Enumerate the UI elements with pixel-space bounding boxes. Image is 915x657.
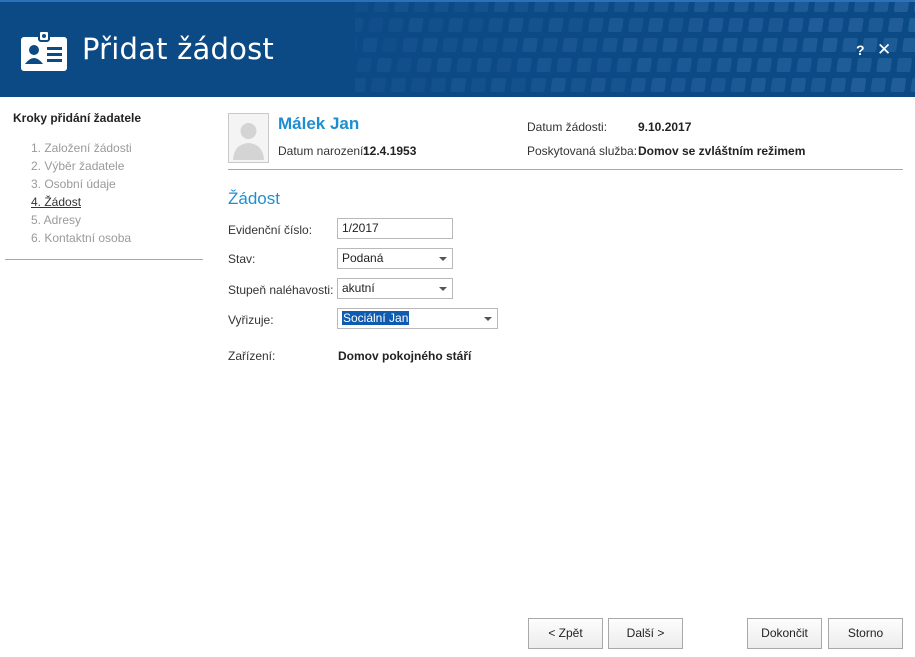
evidence-number-label: Evidenční číslo: <box>228 223 313 237</box>
chevron-down-icon[interactable] <box>439 287 447 291</box>
facility-label: Zařízení: <box>228 349 276 363</box>
chevron-down-icon[interactable] <box>439 257 447 261</box>
header-pattern <box>355 2 915 92</box>
service-value: Domov se zvláštním režimem <box>638 144 806 158</box>
handler-select[interactable]: Sociální Jan <box>337 308 498 329</box>
status-label: Stav: <box>228 252 256 266</box>
urgency-label: Stupeň naléhavosti: <box>228 283 334 297</box>
service-label: Poskytovaná služba: <box>527 144 638 158</box>
person-placeholder-icon <box>229 114 268 162</box>
birth-date-label: Datum narození: <box>278 144 367 158</box>
step-item-active[interactable]: 4. Žádost <box>31 195 132 213</box>
back-button[interactable]: < Zpět <box>528 618 603 649</box>
dialog-title: Přidat žádost <box>82 32 274 66</box>
evidence-number-input[interactable]: 1/2017 <box>337 218 453 239</box>
step-item[interactable]: 1. Založení žádosti <box>31 141 132 159</box>
help-button[interactable]: ? <box>856 42 865 58</box>
step-item[interactable]: 6. Kontaktní osoba <box>31 231 132 249</box>
steps-title: Kroky přidání žadatele <box>13 111 142 125</box>
request-date-value: 9.10.2017 <box>638 120 692 134</box>
request-date-label: Datum žádosti: <box>527 120 608 134</box>
handler-label: Vyřizuje: <box>228 313 274 327</box>
main-divider <box>228 169 903 170</box>
handler-selected-value: Sociální Jan <box>342 311 410 325</box>
birth-date-value: 12.4.1953 <box>363 144 417 158</box>
id-card-icon <box>21 30 67 71</box>
avatar <box>228 113 269 163</box>
sidebar-divider <box>5 259 203 260</box>
applicant-name: Málek Jan <box>278 114 360 133</box>
chevron-down-icon[interactable] <box>484 317 492 321</box>
cancel-button[interactable]: Storno <box>828 618 903 649</box>
section-title: Žádost <box>228 189 280 208</box>
urgency-select[interactable]: akutní <box>337 278 453 299</box>
step-item[interactable]: 5. Adresy <box>31 213 132 231</box>
finish-button[interactable]: Dokončit <box>747 618 822 649</box>
steps-list: 1. Založení žádosti 2. Výběr žadatele 3.… <box>31 141 132 249</box>
step-item[interactable]: 2. Výběr žadatele <box>31 159 132 177</box>
urgency-selected-value: akutní <box>342 281 375 295</box>
close-button[interactable]: ✕ <box>877 40 891 60</box>
facility-value: Domov pokojného stáří <box>338 349 472 363</box>
status-select[interactable]: Podaná <box>337 248 453 269</box>
next-button[interactable]: Další > <box>608 618 683 649</box>
header-bar: Přidat žádost ? ✕ <box>0 0 915 97</box>
status-selected-value: Podaná <box>342 251 384 265</box>
step-item[interactable]: 3. Osobní údaje <box>31 177 132 195</box>
